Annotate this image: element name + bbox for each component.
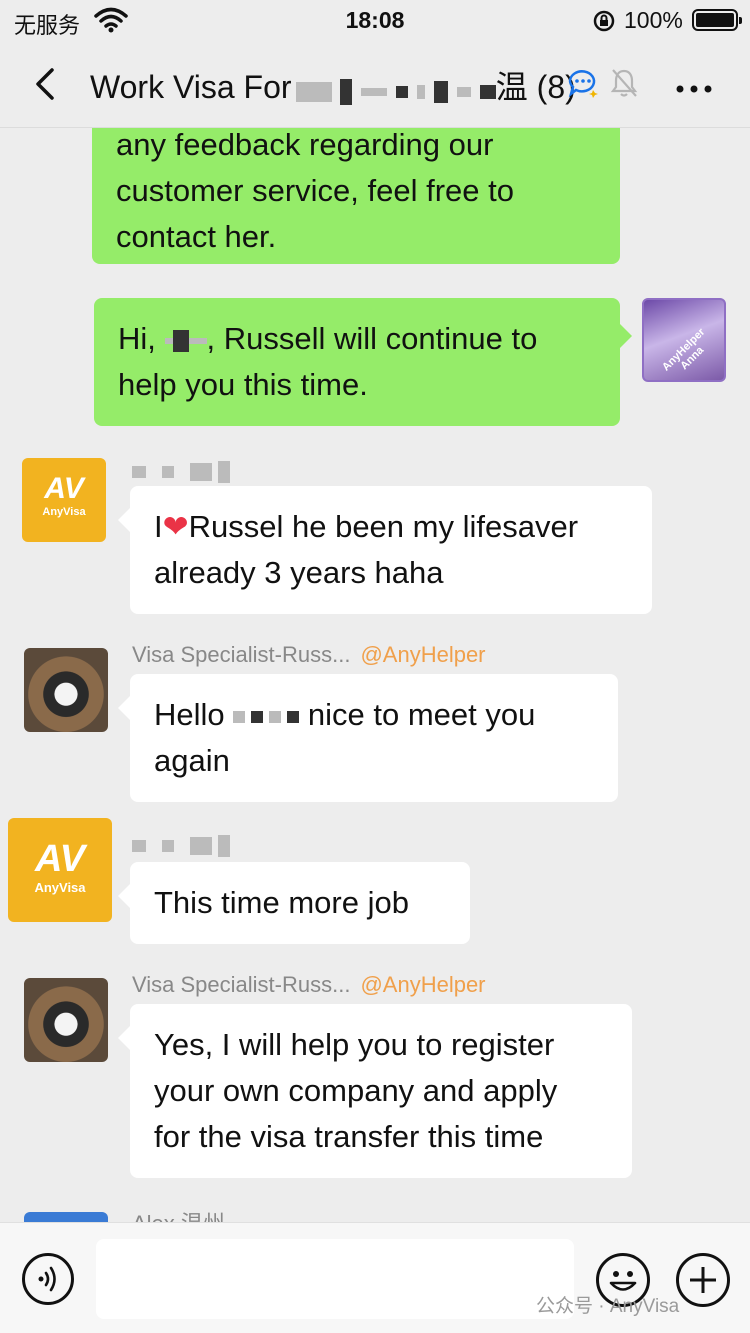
message-bubble[interactable]: Yes, I will help you to register your ow… [118, 1004, 632, 1178]
message-bubble[interactable]: Hello nice to meet you again [118, 674, 618, 802]
voice-icon[interactable] [22, 1253, 74, 1305]
message-line: I❤Russel he been my lifesaver [154, 504, 628, 550]
message-line: already 3 years haha [154, 555, 444, 590]
message-line: your own company and apply [154, 1073, 558, 1108]
sender-name-redacted [132, 832, 231, 858]
anyvisa-logo: AV [44, 472, 84, 505]
message-text: Hello [154, 697, 225, 732]
mention-tag: @AnyHelper [360, 972, 486, 997]
redacted-name [292, 71, 496, 108]
chat-header: Work Visa For 温 (8) [0, 42, 750, 128]
message-bubble[interactable]: any feedback regarding our customer serv… [92, 128, 620, 264]
more-icon[interactable] [674, 80, 714, 94]
anyvisa-name: AnyVisa [42, 506, 86, 518]
plus-icon[interactable] [676, 1253, 730, 1307]
battery-icon [692, 9, 742, 31]
sender-label: Visa Specialist-Russ... [132, 972, 351, 997]
message-line: help you this time. [118, 367, 368, 402]
avatar-anyvisa[interactable]: AV AnyVisa [22, 458, 106, 542]
message-text: , Russell will continue to [206, 321, 538, 356]
input-bar: 公众号 · AnyVisa [0, 1222, 750, 1333]
message-input[interactable] [96, 1239, 574, 1319]
mention-tag: @AnyHelper [360, 642, 486, 667]
sender-name: Alex 温州 [132, 1206, 225, 1222]
message-line: again [154, 743, 230, 778]
message-line: for the visa transfer this time [154, 1119, 544, 1154]
sender-label: Alex 温州 [132, 1211, 225, 1222]
sender-name: Visa Specialist-Russ... @AnyHelper [132, 642, 486, 668]
message-text: nice to meet you [307, 697, 536, 732]
message-text: I [154, 509, 163, 544]
redacted-name [233, 697, 300, 732]
sender-name-redacted [132, 458, 231, 484]
mute-bell-icon [608, 66, 640, 105]
message-line: Hello nice to meet you [154, 692, 594, 738]
message-list[interactable]: any feedback regarding our customer serv… [0, 128, 750, 1222]
message-line: This time more job [154, 885, 409, 920]
avatar-anna[interactable]: AnyHelper Anna [642, 298, 726, 382]
redacted-name [164, 321, 207, 356]
avatar-alex[interactable] [24, 1212, 108, 1222]
chat-title-start: Work Visa For [90, 69, 292, 105]
message-line: any feedback regarding our [116, 128, 494, 162]
lock-rotation-icon [592, 9, 616, 38]
avatar-russell[interactable] [24, 978, 108, 1062]
sender-name: Visa Specialist-Russ... @AnyHelper [132, 972, 486, 998]
message-bubble[interactable]: Hi, , Russell will continue to help you … [94, 298, 632, 426]
battery-percent: 100% [624, 7, 683, 33]
message-bubble[interactable]: I❤Russel he been my lifesaver already 3 … [118, 486, 652, 614]
avatar-russell[interactable] [24, 648, 108, 732]
anyvisa-name: AnyVisa [34, 880, 86, 895]
sender-label: Visa Specialist-Russ... [132, 642, 351, 667]
message-line: Hi, , Russell will continue to [118, 316, 596, 362]
chat-title-end: 温 [495, 69, 528, 105]
message-line: customer service, feel free to [116, 173, 514, 208]
back-icon[interactable] [28, 64, 68, 104]
message-bubble[interactable]: This time more job [118, 862, 470, 944]
message-line: contact her. [116, 219, 277, 254]
chat-bubble-icon[interactable] [566, 66, 600, 105]
message-text: Hi, [118, 321, 156, 356]
avatar-anyvisa[interactable]: AV AnyVisa [8, 818, 112, 922]
watermark: 公众号 · AnyVisa [536, 1296, 680, 1317]
message-line: Yes, I will help you to register [154, 1027, 555, 1062]
heart-icon: ❤ [162, 509, 189, 544]
message-text: Russel he been my lifesaver [188, 509, 579, 544]
chat-title[interactable]: Work Visa For 温 (8) [90, 62, 576, 108]
status-bar: 无服务 18:08 100% [0, 0, 750, 42]
anyvisa-logo: AV [35, 838, 85, 880]
